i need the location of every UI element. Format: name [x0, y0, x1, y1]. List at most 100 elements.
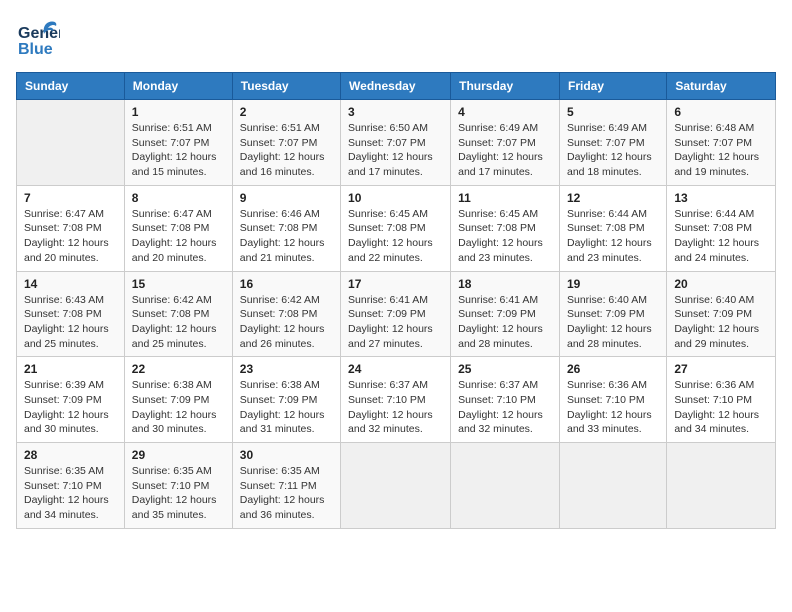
- day-info: Sunrise: 6:47 AM Sunset: 7:08 PM Dayligh…: [132, 207, 225, 266]
- day-number: 1: [132, 105, 225, 119]
- calendar-day-cell: 8Sunrise: 6:47 AM Sunset: 7:08 PM Daylig…: [124, 185, 232, 271]
- day-number: 14: [24, 277, 117, 291]
- calendar-day-cell: [559, 443, 666, 529]
- day-info: Sunrise: 6:36 AM Sunset: 7:10 PM Dayligh…: [674, 378, 768, 437]
- logo: General Blue: [16, 16, 64, 60]
- calendar-day-cell: 16Sunrise: 6:42 AM Sunset: 7:08 PM Dayli…: [232, 271, 340, 357]
- calendar-day-cell: 3 Sunrise: 6:50 AM Sunset: 7:07 PM Daylig…: [341, 100, 451, 186]
- calendar-day-cell: 20 Sunrise: 6:40 AM Sunset: 7:09 PM Dayli…: [667, 271, 776, 357]
- calendar-day-cell: 29 Sunrise: 6:35 AM Sunset: 7:10 PM Dayli…: [124, 443, 232, 529]
- day-number: 18: [458, 277, 552, 291]
- calendar-day-cell: 15 Sunrise: 6:42 AM Sunset: 7:08 PM Dayli…: [124, 271, 232, 357]
- calendar-day-cell: 23 Sunrise: 6:38 AM Sunset: 7:09 PM Dayli…: [232, 357, 340, 443]
- calendar-day-cell: 6 Sunrise: 6:48 AM Sunset: 7:07 PM Daylig…: [667, 100, 776, 186]
- day-info: Sunrise: 6:38 AM Sunset: 7:09 PM Dayligh…: [132, 378, 225, 437]
- day-of-week-header: Thursday: [451, 73, 560, 100]
- day-number: 2: [240, 105, 333, 119]
- day-info: Sunrise: 6:46 AM Sunset: 7:08 PM Dayligh…: [240, 207, 333, 266]
- calendar-day-cell: 7 Sunrise: 6:47 AM Sunset: 7:08 PM Daylig…: [17, 185, 125, 271]
- day-number: 5: [567, 105, 659, 119]
- day-number: 21: [24, 362, 117, 376]
- calendar-day-cell: [451, 443, 560, 529]
- calendar-day-cell: 10 Sunrise: 6:45 AM Sunset: 7:08 PM Dayli…: [341, 185, 451, 271]
- day-number: 28: [24, 448, 117, 462]
- calendar-day-cell: 12 Sunrise: 6:44 AM Sunset: 7:08 PM Dayli…: [559, 185, 666, 271]
- calendar-day-cell: 1 Sunrise: 6:51 AM Sunset: 7:07 PM Daylig…: [124, 100, 232, 186]
- day-number: 10: [348, 191, 443, 205]
- day-number: 25: [458, 362, 552, 376]
- page-header: General Blue: [16, 16, 776, 60]
- day-of-week-header: Friday: [559, 73, 666, 100]
- day-info: Sunrise: 6:35 AM Sunset: 7:10 PM Dayligh…: [132, 464, 225, 523]
- calendar-day-cell: 2 Sunrise: 6:51 AM Sunset: 7:07 PM Daylig…: [232, 100, 340, 186]
- day-of-week-header: Wednesday: [341, 73, 451, 100]
- calendar-day-cell: 4Sunrise: 6:49 AM Sunset: 7:07 PM Daylig…: [451, 100, 560, 186]
- day-info: Sunrise: 6:43 AM Sunset: 7:08 PM Dayligh…: [24, 293, 117, 352]
- day-number: 15: [132, 277, 225, 291]
- day-info: Sunrise: 6:42 AM Sunset: 7:08 PM Dayligh…: [240, 293, 333, 352]
- calendar-day-cell: 14 Sunrise: 6:43 AM Sunset: 7:08 PM Dayli…: [17, 271, 125, 357]
- day-info: Sunrise: 6:42 AM Sunset: 7:08 PM Dayligh…: [132, 293, 225, 352]
- day-info: Sunrise: 6:35 AM Sunset: 7:10 PM Dayligh…: [24, 464, 117, 523]
- calendar-day-cell: 17 Sunrise: 6:41 AM Sunset: 7:09 PM Dayli…: [341, 271, 451, 357]
- day-info: Sunrise: 6:51 AM Sunset: 7:07 PM Dayligh…: [132, 121, 225, 180]
- calendar-day-cell: 28 Sunrise: 6:35 AM Sunset: 7:10 PM Dayli…: [17, 443, 125, 529]
- calendar-day-cell: 25 Sunrise: 6:37 AM Sunset: 7:10 PM Dayli…: [451, 357, 560, 443]
- day-info: Sunrise: 6:47 AM Sunset: 7:08 PM Dayligh…: [24, 207, 117, 266]
- day-info: Sunrise: 6:41 AM Sunset: 7:09 PM Dayligh…: [348, 293, 443, 352]
- day-number: 12: [567, 191, 659, 205]
- calendar-day-cell: 18 Sunrise: 6:41 AM Sunset: 7:09 PM Dayli…: [451, 271, 560, 357]
- calendar-week-row: 7 Sunrise: 6:47 AM Sunset: 7:08 PM Daylig…: [17, 185, 776, 271]
- day-info: Sunrise: 6:51 AM Sunset: 7:07 PM Dayligh…: [240, 121, 333, 180]
- calendar-day-cell: 11Sunrise: 6:45 AM Sunset: 7:08 PM Dayli…: [451, 185, 560, 271]
- calendar-day-cell: [17, 100, 125, 186]
- day-number: 30: [240, 448, 333, 462]
- day-number: 17: [348, 277, 443, 291]
- day-info: Sunrise: 6:45 AM Sunset: 7:08 PM Dayligh…: [348, 207, 443, 266]
- day-info: Sunrise: 6:41 AM Sunset: 7:09 PM Dayligh…: [458, 293, 552, 352]
- calendar-body: 1 Sunrise: 6:51 AM Sunset: 7:07 PM Daylig…: [17, 100, 776, 529]
- calendar-day-cell: [667, 443, 776, 529]
- day-number: 19: [567, 277, 659, 291]
- day-number: 6: [674, 105, 768, 119]
- day-info: Sunrise: 6:48 AM Sunset: 7:07 PM Dayligh…: [674, 121, 768, 180]
- calendar-week-row: 14 Sunrise: 6:43 AM Sunset: 7:08 PM Dayli…: [17, 271, 776, 357]
- calendar-header: SundayMondayTuesdayWednesdayThursdayFrid…: [17, 73, 776, 100]
- calendar-day-cell: 9 Sunrise: 6:46 AM Sunset: 7:08 PM Daylig…: [232, 185, 340, 271]
- day-info: Sunrise: 6:38 AM Sunset: 7:09 PM Dayligh…: [240, 378, 333, 437]
- day-info: Sunrise: 6:44 AM Sunset: 7:08 PM Dayligh…: [567, 207, 659, 266]
- day-number: 22: [132, 362, 225, 376]
- day-info: Sunrise: 6:36 AM Sunset: 7:10 PM Dayligh…: [567, 378, 659, 437]
- day-of-week-header: Monday: [124, 73, 232, 100]
- calendar-day-cell: 19 Sunrise: 6:40 AM Sunset: 7:09 PM Dayli…: [559, 271, 666, 357]
- day-number: 7: [24, 191, 117, 205]
- calendar-week-row: 21 Sunrise: 6:39 AM Sunset: 7:09 PM Dayli…: [17, 357, 776, 443]
- day-number: 23: [240, 362, 333, 376]
- day-number: 20: [674, 277, 768, 291]
- day-number: 26: [567, 362, 659, 376]
- day-info: Sunrise: 6:49 AM Sunset: 7:07 PM Dayligh…: [567, 121, 659, 180]
- calendar-day-cell: 26 Sunrise: 6:36 AM Sunset: 7:10 PM Dayli…: [559, 357, 666, 443]
- calendar-table: SundayMondayTuesdayWednesdayThursdayFrid…: [16, 72, 776, 529]
- day-number: 9: [240, 191, 333, 205]
- day-of-week-header: Saturday: [667, 73, 776, 100]
- day-info: Sunrise: 6:44 AM Sunset: 7:08 PM Dayligh…: [674, 207, 768, 266]
- days-of-week-row: SundayMondayTuesdayWednesdayThursdayFrid…: [17, 73, 776, 100]
- day-info: Sunrise: 6:39 AM Sunset: 7:09 PM Dayligh…: [24, 378, 117, 437]
- day-of-week-header: Sunday: [17, 73, 125, 100]
- calendar-day-cell: 22 Sunrise: 6:38 AM Sunset: 7:09 PM Dayli…: [124, 357, 232, 443]
- calendar-day-cell: 30Sunrise: 6:35 AM Sunset: 7:11 PM Dayli…: [232, 443, 340, 529]
- day-number: 29: [132, 448, 225, 462]
- general-blue-icon: General Blue: [16, 16, 60, 60]
- day-info: Sunrise: 6:40 AM Sunset: 7:09 PM Dayligh…: [567, 293, 659, 352]
- day-info: Sunrise: 6:37 AM Sunset: 7:10 PM Dayligh…: [458, 378, 552, 437]
- calendar-day-cell: 21 Sunrise: 6:39 AM Sunset: 7:09 PM Dayli…: [17, 357, 125, 443]
- svg-text:Blue: Blue: [18, 41, 53, 58]
- svg-text:General: General: [18, 25, 60, 42]
- day-number: 27: [674, 362, 768, 376]
- calendar-day-cell: [341, 443, 451, 529]
- day-info: Sunrise: 6:40 AM Sunset: 7:09 PM Dayligh…: [674, 293, 768, 352]
- day-info: Sunrise: 6:50 AM Sunset: 7:07 PM Dayligh…: [348, 121, 443, 180]
- day-number: 3: [348, 105, 443, 119]
- day-of-week-header: Tuesday: [232, 73, 340, 100]
